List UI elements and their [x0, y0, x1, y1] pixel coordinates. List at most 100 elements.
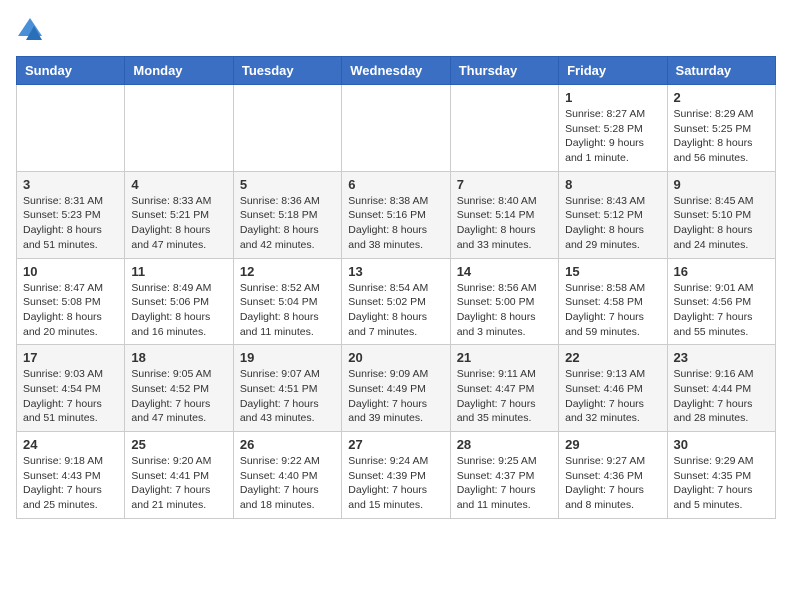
day-number: 24: [23, 437, 118, 452]
calendar-cell: 5 Sunrise: 8:36 AM Sunset: 5:18 PM Daylig…: [233, 171, 341, 258]
day-number: 12: [240, 264, 335, 279]
day-info: Sunrise: 8:49 AM Sunset: 5:06 PM Dayligh…: [131, 281, 226, 340]
day-info: Sunrise: 9:22 AM Sunset: 4:40 PM Dayligh…: [240, 454, 335, 513]
calendar-cell: 19 Sunrise: 9:07 AM Sunset: 4:51 PM Dayli…: [233, 345, 341, 432]
day-info: Sunrise: 9:25 AM Sunset: 4:37 PM Dayligh…: [457, 454, 552, 513]
day-info: Sunrise: 8:40 AM Sunset: 5:14 PM Dayligh…: [457, 194, 552, 253]
day-header-tuesday: Tuesday: [233, 57, 341, 85]
calendar-cell: 9 Sunrise: 8:45 AM Sunset: 5:10 PM Daylig…: [667, 171, 775, 258]
day-number: 4: [131, 177, 226, 192]
day-number: 5: [240, 177, 335, 192]
day-number: 6: [348, 177, 443, 192]
calendar-cell: 18 Sunrise: 9:05 AM Sunset: 4:52 PM Dayli…: [125, 345, 233, 432]
day-header-monday: Monday: [125, 57, 233, 85]
day-info: Sunrise: 8:43 AM Sunset: 5:12 PM Dayligh…: [565, 194, 660, 253]
day-number: 29: [565, 437, 660, 452]
day-number: 23: [674, 350, 769, 365]
calendar-cell: 6 Sunrise: 8:38 AM Sunset: 5:16 PM Daylig…: [342, 171, 450, 258]
calendar-cell: 26 Sunrise: 9:22 AM Sunset: 4:40 PM Dayli…: [233, 432, 341, 519]
calendar-cell: 21 Sunrise: 9:11 AM Sunset: 4:47 PM Dayli…: [450, 345, 558, 432]
day-number: 25: [131, 437, 226, 452]
calendar-cell: 12Sunrise: 8:52 AM Sunset: 5:04 PM Dayli…: [233, 258, 341, 345]
day-info: Sunrise: 9:07 AM Sunset: 4:51 PM Dayligh…: [240, 367, 335, 426]
calendar-week-1: 1 Sunrise: 8:27 AM Sunset: 5:28 PM Daylig…: [17, 85, 776, 172]
calendar-cell: 3Sunrise: 8:31 AM Sunset: 5:23 PM Daylig…: [17, 171, 125, 258]
calendar-cell: 23 Sunrise: 9:16 AM Sunset: 4:44 PM Dayli…: [667, 345, 775, 432]
day-number: 26: [240, 437, 335, 452]
day-number: 28: [457, 437, 552, 452]
logo: [16, 16, 48, 44]
calendar-cell: 8 Sunrise: 8:43 AM Sunset: 5:12 PM Daylig…: [559, 171, 667, 258]
logo-icon: [16, 16, 44, 44]
calendar-cell: [342, 85, 450, 172]
day-info: Sunrise: 9:05 AM Sunset: 4:52 PM Dayligh…: [131, 367, 226, 426]
calendar-week-3: 10Sunrise: 8:47 AM Sunset: 5:08 PM Dayli…: [17, 258, 776, 345]
day-info: Sunrise: 8:33 AM Sunset: 5:21 PM Dayligh…: [131, 194, 226, 253]
day-info: Sunrise: 9:13 AM Sunset: 4:46 PM Dayligh…: [565, 367, 660, 426]
day-info: Sunrise: 9:03 AM Sunset: 4:54 PM Dayligh…: [23, 367, 118, 426]
day-number: 14: [457, 264, 552, 279]
day-info: Sunrise: 8:58 AM Sunset: 4:58 PM Dayligh…: [565, 281, 660, 340]
day-info: Sunrise: 8:54 AM Sunset: 5:02 PM Dayligh…: [348, 281, 443, 340]
calendar-cell: 20 Sunrise: 9:09 AM Sunset: 4:49 PM Dayli…: [342, 345, 450, 432]
day-info: Sunrise: 8:38 AM Sunset: 5:16 PM Dayligh…: [348, 194, 443, 253]
calendar-table: SundayMondayTuesdayWednesdayThursdayFrid…: [16, 56, 776, 519]
calendar-cell: 13 Sunrise: 8:54 AM Sunset: 5:02 PM Dayli…: [342, 258, 450, 345]
calendar-cell: 1 Sunrise: 8:27 AM Sunset: 5:28 PM Daylig…: [559, 85, 667, 172]
day-info: Sunrise: 9:24 AM Sunset: 4:39 PM Dayligh…: [348, 454, 443, 513]
calendar-cell: [450, 85, 558, 172]
day-number: 13: [348, 264, 443, 279]
day-number: 18: [131, 350, 226, 365]
calendar-cell: 14Sunrise: 8:56 AM Sunset: 5:00 PM Dayli…: [450, 258, 558, 345]
day-number: 1: [565, 90, 660, 105]
day-number: 16: [674, 264, 769, 279]
day-info: Sunrise: 8:47 AM Sunset: 5:08 PM Dayligh…: [23, 281, 118, 340]
day-info: Sunrise: 9:18 AM Sunset: 4:43 PM Dayligh…: [23, 454, 118, 513]
calendar-cell: 7 Sunrise: 8:40 AM Sunset: 5:14 PM Daylig…: [450, 171, 558, 258]
day-info: Sunrise: 9:29 AM Sunset: 4:35 PM Dayligh…: [674, 454, 769, 513]
day-number: 3: [23, 177, 118, 192]
day-number: 17: [23, 350, 118, 365]
day-number: 20: [348, 350, 443, 365]
calendar-cell: 30 Sunrise: 9:29 AM Sunset: 4:35 PM Dayli…: [667, 432, 775, 519]
calendar-cell: 11 Sunrise: 8:49 AM Sunset: 5:06 PM Dayli…: [125, 258, 233, 345]
calendar-cell: [233, 85, 341, 172]
day-info: Sunrise: 8:45 AM Sunset: 5:10 PM Dayligh…: [674, 194, 769, 253]
page-header: [16, 16, 776, 44]
day-number: 21: [457, 350, 552, 365]
day-info: Sunrise: 8:27 AM Sunset: 5:28 PM Dayligh…: [565, 107, 660, 166]
day-number: 2: [674, 90, 769, 105]
day-info: Sunrise: 8:36 AM Sunset: 5:18 PM Dayligh…: [240, 194, 335, 253]
day-number: 7: [457, 177, 552, 192]
day-number: 30: [674, 437, 769, 452]
day-number: 11: [131, 264, 226, 279]
calendar-week-4: 17 Sunrise: 9:03 AM Sunset: 4:54 PM Dayli…: [17, 345, 776, 432]
day-info: Sunrise: 9:01 AM Sunset: 4:56 PM Dayligh…: [674, 281, 769, 340]
calendar-cell: [17, 85, 125, 172]
calendar-cell: 10Sunrise: 8:47 AM Sunset: 5:08 PM Dayli…: [17, 258, 125, 345]
day-number: 8: [565, 177, 660, 192]
calendar-cell: 15 Sunrise: 8:58 AM Sunset: 4:58 PM Dayli…: [559, 258, 667, 345]
calendar-header-row: SundayMondayTuesdayWednesdayThursdayFrid…: [17, 57, 776, 85]
day-info: Sunrise: 9:09 AM Sunset: 4:49 PM Dayligh…: [348, 367, 443, 426]
calendar-cell: 4 Sunrise: 8:33 AM Sunset: 5:21 PM Daylig…: [125, 171, 233, 258]
day-number: 15: [565, 264, 660, 279]
day-info: Sunrise: 9:27 AM Sunset: 4:36 PM Dayligh…: [565, 454, 660, 513]
calendar-cell: 16 Sunrise: 9:01 AM Sunset: 4:56 PM Dayli…: [667, 258, 775, 345]
calendar-cell: 29 Sunrise: 9:27 AM Sunset: 4:36 PM Dayli…: [559, 432, 667, 519]
calendar-cell: [125, 85, 233, 172]
day-header-thursday: Thursday: [450, 57, 558, 85]
calendar-week-2: 3Sunrise: 8:31 AM Sunset: 5:23 PM Daylig…: [17, 171, 776, 258]
calendar-week-5: 24 Sunrise: 9:18 AM Sunset: 4:43 PM Dayli…: [17, 432, 776, 519]
day-header-friday: Friday: [559, 57, 667, 85]
day-number: 9: [674, 177, 769, 192]
day-info: Sunrise: 9:16 AM Sunset: 4:44 PM Dayligh…: [674, 367, 769, 426]
day-info: Sunrise: 9:11 AM Sunset: 4:47 PM Dayligh…: [457, 367, 552, 426]
day-number: 19: [240, 350, 335, 365]
calendar-cell: 25 Sunrise: 9:20 AM Sunset: 4:41 PM Dayli…: [125, 432, 233, 519]
day-header-saturday: Saturday: [667, 57, 775, 85]
day-info: Sunrise: 9:20 AM Sunset: 4:41 PM Dayligh…: [131, 454, 226, 513]
calendar-cell: 24 Sunrise: 9:18 AM Sunset: 4:43 PM Dayli…: [17, 432, 125, 519]
calendar-cell: 17 Sunrise: 9:03 AM Sunset: 4:54 PM Dayli…: [17, 345, 125, 432]
day-number: 27: [348, 437, 443, 452]
